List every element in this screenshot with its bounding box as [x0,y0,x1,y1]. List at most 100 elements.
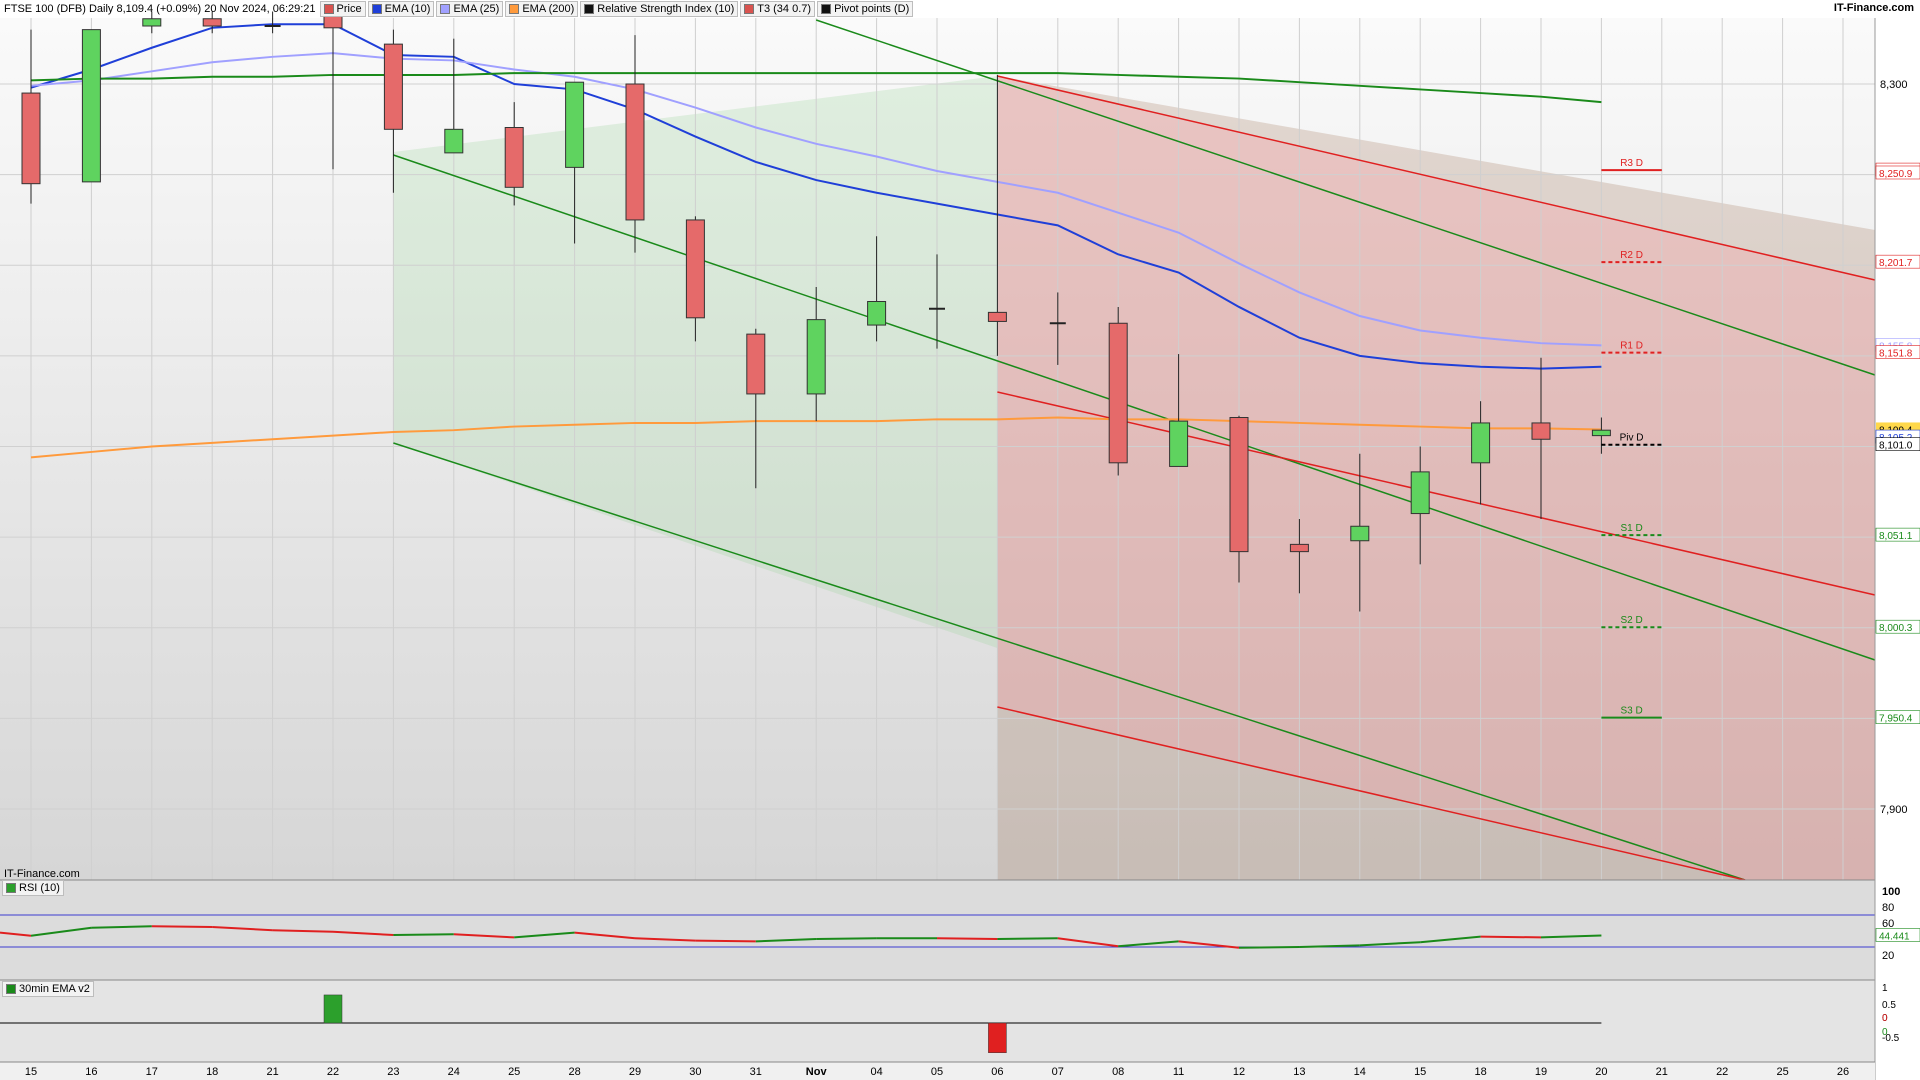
pivot-label: S1 D [1620,523,1642,534]
candle-body [1471,422,1491,464]
ema30-side-label: 0 [1882,1027,1888,1038]
brand-label: IT-Finance.com [1833,2,1914,14]
candle-body [142,18,162,27]
legend-swatch-icon [371,4,382,14]
x-tick-label: 08 [1112,1066,1124,1078]
ema30-panel-label[interactable]: 30min EMA v2 [2,981,94,997]
rsi-line-segment [1238,946,1300,949]
chart-header: FTSE 100 (DFB) Daily 8,109.4 (+0.09%) 20… [0,0,1920,18]
pivot-label: R1 D [1620,341,1643,352]
candle-body [1289,543,1309,553]
legend-label: EMA (10) [384,3,431,15]
legend-label: Price [336,3,362,15]
candle-body [1531,422,1551,440]
rsi-line-segment [1480,935,1542,939]
legend-item[interactable]: T3 (34 0.7) [740,1,816,17]
chart-title: FTSE 100 (DFB) Daily 8,109.4 (+0.09%) 20… [4,3,316,15]
legend-swatch-icon [323,4,334,14]
rsi-label-text: RSI (10) [19,882,60,894]
rsi-panel-label[interactable]: RSI (10) [2,880,64,896]
y-tick-label: 7,900 [1880,804,1908,816]
x-tick-label: 23 [387,1066,399,1078]
x-tick-label: Nov [806,1066,828,1078]
ema30-bar [988,1022,1007,1053]
pivot-label: Piv D [1620,433,1644,444]
price-label: 8,250.9 [1879,169,1913,180]
rsi-line-segment [151,925,213,928]
legend-item[interactable]: Price [319,1,366,17]
ema30-side-label: 0 [1882,1013,1888,1024]
ema30-tick-label: 0.5 [1882,1000,1896,1011]
candle-body [1229,417,1249,553]
price-label: 8,101.0 [1879,441,1913,452]
candle-body [746,333,766,395]
x-tick-label: 31 [750,1066,762,1078]
legend-label: Pivot points (D) [834,3,910,15]
x-tick-label: 17 [146,1066,158,1078]
legend-item[interactable]: EMA (200) [505,1,579,17]
rsi-line-segment [997,937,1058,940]
legend-item[interactable]: Relative Strength Index (10) [580,1,739,17]
legend-label: T3 (34 0.7) [757,3,812,15]
legend-label: EMA (200) [522,3,575,15]
x-tick-label: 11 [1173,1066,1184,1078]
x-tick-label: 26 [1837,1066,1849,1078]
rsi-tick-label: 20 [1882,950,1894,962]
rsi-swatch-icon [6,883,16,893]
ema30-bar [323,994,343,1024]
legend-swatch-icon [509,4,520,14]
x-tick-label: 24 [448,1066,460,1078]
candle-body [81,29,101,183]
candle-body [867,301,887,326]
candle-body [1350,525,1370,542]
candle-body [21,92,41,185]
legend-label: Relative Strength Index (10) [597,3,735,15]
rsi-line-segment [816,937,877,940]
rsi-tick-label: 80 [1882,902,1894,914]
x-tick-label: 20 [1595,1066,1607,1078]
price-label: 8,000.3 [1879,623,1913,634]
candle-body [625,83,645,221]
candle-body [987,311,1007,322]
x-tick-label: 13 [1293,1066,1305,1078]
x-tick-label: 22 [1716,1066,1728,1078]
candle-body [202,18,222,27]
x-tick-label: 12 [1233,1066,1245,1078]
x-tick-label: 25 [1776,1066,1788,1078]
x-tick-label: 25 [508,1066,520,1078]
candle-body [1108,322,1128,464]
ema30-panel-bg [0,980,1875,1062]
candle-body [1591,429,1611,437]
chart-canvas: R3 DR2 DR1 DPiv DS1 DS2 DS3 D 1008060204… [0,2,1920,1080]
legend-swatch-icon [821,4,832,14]
x-tick-label: 22 [327,1066,339,1078]
legend-item[interactable]: EMA (10) [367,1,435,17]
legend-swatch-icon [584,4,595,14]
candle-body [444,128,464,154]
x-tick-label: 28 [568,1066,580,1078]
ema30-tick-label: 1 [1882,983,1888,994]
rsi-line-segment [695,939,756,943]
y-tick-label: 8,300 [1880,79,1908,91]
x-tick-label: 21 [1656,1066,1668,1078]
price-label: 8,201.7 [1879,258,1913,269]
x-tick-label: 15 [25,1066,37,1078]
legend-item[interactable]: EMA (25) [436,1,504,17]
x-tick-label: 14 [1354,1066,1366,1078]
pivot-label: R3 D [1620,158,1643,169]
x-tick-label: 18 [206,1066,218,1078]
candle-body [383,43,403,130]
legend-item[interactable]: Pivot points (D) [817,1,914,17]
x-tick-label: 18 [1474,1066,1486,1078]
rsi-current-label: 44.441 [1879,931,1910,942]
price-label: 8,151.8 [1879,349,1913,360]
legend-swatch-icon [744,4,755,14]
legend-swatch-icon [440,4,451,14]
candle-body [1169,420,1189,467]
x-tick-label: 07 [1052,1066,1064,1078]
x-tick-label: 04 [870,1066,882,1078]
candle-body [685,219,705,319]
rsi-line-segment [936,937,998,940]
x-tick-label: 15 [1414,1066,1426,1078]
x-tick-label: 29 [629,1066,641,1078]
